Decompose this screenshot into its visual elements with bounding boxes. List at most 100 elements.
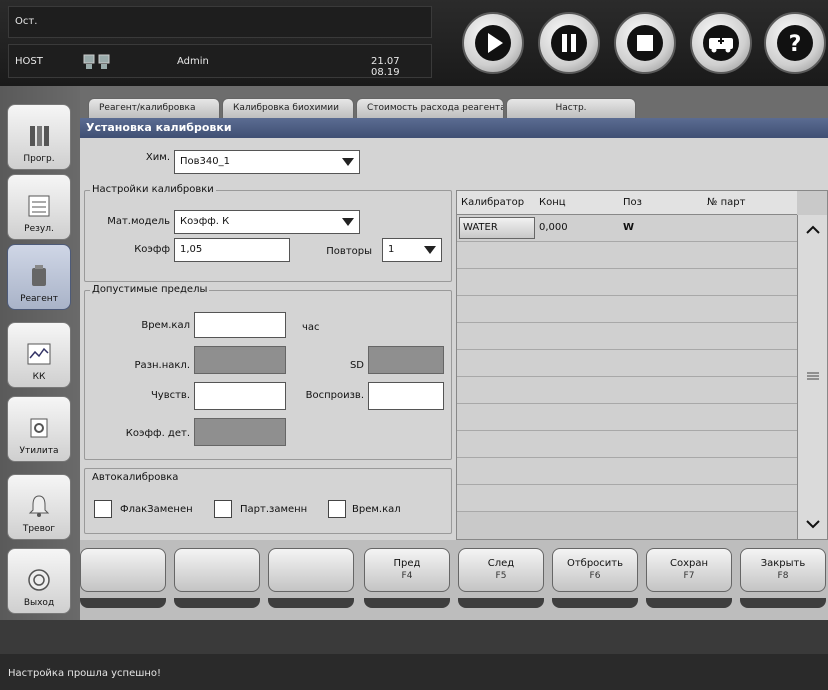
system-status-panel: Ост.	[8, 6, 432, 38]
reagent-icon	[32, 265, 46, 286]
button-row-shadow	[552, 598, 638, 608]
results-icon	[28, 195, 50, 217]
next-button[interactable]: След F5	[458, 548, 544, 592]
column-header-pos: Поз	[623, 197, 642, 208]
table-row[interactable]: WATER 0,000 W	[457, 215, 797, 242]
status-bar: Настройка прошла успешно!	[0, 654, 828, 690]
table-row[interactable]	[457, 296, 797, 323]
nav-label: Утилита	[19, 446, 59, 456]
play-icon	[475, 25, 511, 61]
discard-key: F6	[589, 571, 601, 581]
autocalibration-title: Автокалибровка	[90, 472, 181, 483]
previous-button[interactable]: Пред F4	[364, 548, 450, 592]
calibration-settings-title: Настройки калибровки	[90, 184, 216, 195]
chem-label: Хим.	[145, 152, 170, 163]
top-bar: Ост. HOST Admin 21.07 08.19 ?	[0, 0, 828, 86]
table-row[interactable]	[457, 485, 797, 512]
lot-replaced-label: Парт.заменн	[240, 504, 308, 515]
table-row[interactable]	[457, 404, 797, 431]
host-label: HOST	[15, 56, 43, 67]
sensitivity-label: Чувств.	[150, 390, 190, 401]
nav-program[interactable]: Прогр.	[7, 104, 71, 170]
stop-button[interactable]	[614, 12, 676, 74]
function-button-1[interactable]	[80, 548, 166, 592]
vial-replaced-checkbox[interactable]	[94, 500, 112, 518]
table-row[interactable]	[457, 377, 797, 404]
save-button[interactable]: Сохран F7	[646, 548, 732, 592]
function-button-2[interactable]	[174, 548, 260, 592]
left-navigation: Прогр. Резул. Реагент КК Утилита Тревог	[0, 86, 80, 620]
nav-exit[interactable]: Выход	[7, 548, 71, 614]
next-key: F5	[495, 571, 507, 581]
discard-label: Отбросить	[566, 558, 624, 569]
vial-replaced-label: ФлакЗаменен	[120, 504, 193, 515]
nav-qc[interactable]: КК	[7, 322, 71, 388]
nav-label: КК	[32, 372, 46, 382]
next-label: След	[487, 558, 515, 569]
lot-replaced-checkbox[interactable]	[214, 500, 232, 518]
nav-label: Реагент	[20, 294, 58, 304]
hours-unit: час	[302, 322, 320, 333]
coef-field[interactable]: 1,05	[174, 238, 290, 262]
scroll-thumb[interactable]	[800, 365, 826, 387]
button-row-shadow	[174, 598, 260, 608]
table-scrollbar[interactable]	[797, 215, 827, 539]
sd-field	[368, 346, 444, 374]
slope-diff-label: Разн.накл.	[134, 360, 190, 371]
pos-value: W	[623, 222, 635, 233]
table-row[interactable]	[457, 350, 797, 377]
tab-reagent-calibration[interactable]: Реагент/калибровка	[88, 98, 220, 120]
button-row-shadow	[268, 598, 354, 608]
chevron-down-icon	[337, 151, 359, 173]
separator-bar	[0, 620, 828, 654]
table-row[interactable]	[457, 431, 797, 458]
dialog-title: Установка калибровки	[80, 118, 828, 138]
table-header: Калибратор Конц Поз № парт	[457, 191, 797, 215]
help-button[interactable]: ?	[764, 12, 826, 74]
tab-biochem-calibration[interactable]: Калибровка биохимии	[222, 98, 354, 120]
repeats-select[interactable]: 1	[382, 238, 442, 262]
function-button-3[interactable]	[268, 548, 354, 592]
button-row-shadow	[80, 598, 166, 608]
table-row[interactable]	[457, 458, 797, 485]
info-panel: HOST Admin 21.07 08.19	[8, 44, 432, 78]
alarm-bell-icon	[28, 495, 50, 517]
scroll-up-button[interactable]	[800, 219, 826, 241]
pause-icon	[551, 25, 587, 61]
math-model-label: Мат.модель	[107, 216, 170, 227]
start-button[interactable]	[462, 12, 524, 74]
svg-text:?: ?	[789, 32, 802, 57]
cal-time-option-label: Врем.кал	[352, 504, 401, 515]
table-row[interactable]	[457, 269, 797, 296]
program-icon	[30, 126, 49, 146]
nav-reagent[interactable]: Реагент	[7, 244, 71, 310]
sensitivity-field[interactable]	[194, 382, 286, 410]
limits-title: Допустимые пределы	[90, 284, 210, 295]
utility-icon	[30, 418, 48, 438]
coef-label: Коэфф	[134, 244, 170, 255]
reproducibility-label: Воспроизв.	[305, 390, 364, 401]
tab-settings[interactable]: Настр.	[506, 98, 636, 120]
math-model-select[interactable]: Коэфф. К	[174, 210, 360, 234]
stop-icon	[627, 25, 663, 61]
chem-select[interactable]: Пов340_1	[174, 150, 360, 174]
tab-reagent-cost[interactable]: Стоимость расхода реагента	[356, 98, 504, 120]
cal-time-checkbox[interactable]	[328, 500, 346, 518]
nav-results[interactable]: Резул.	[7, 174, 71, 240]
table-row[interactable]	[457, 323, 797, 350]
close-button[interactable]: Закрыть F8	[740, 548, 826, 592]
cal-time-field[interactable]	[194, 312, 286, 338]
nav-alarm[interactable]: Тревог	[7, 474, 71, 540]
table-row[interactable]	[457, 242, 797, 269]
computer-connection-icon	[83, 54, 110, 69]
nav-label: Прогр.	[23, 154, 55, 164]
column-header-lot: № парт	[707, 197, 746, 208]
pause-button[interactable]	[538, 12, 600, 74]
emergency-button[interactable]	[690, 12, 752, 74]
nav-label: Выход	[23, 598, 55, 608]
discard-button[interactable]: Отбросить F6	[552, 548, 638, 592]
scroll-down-button[interactable]	[800, 513, 826, 535]
nav-utility[interactable]: Утилита	[7, 396, 71, 462]
calibrators-table: Калибратор Конц Поз № парт WATER 0,000 W	[456, 190, 828, 540]
reproducibility-field[interactable]	[368, 382, 444, 410]
